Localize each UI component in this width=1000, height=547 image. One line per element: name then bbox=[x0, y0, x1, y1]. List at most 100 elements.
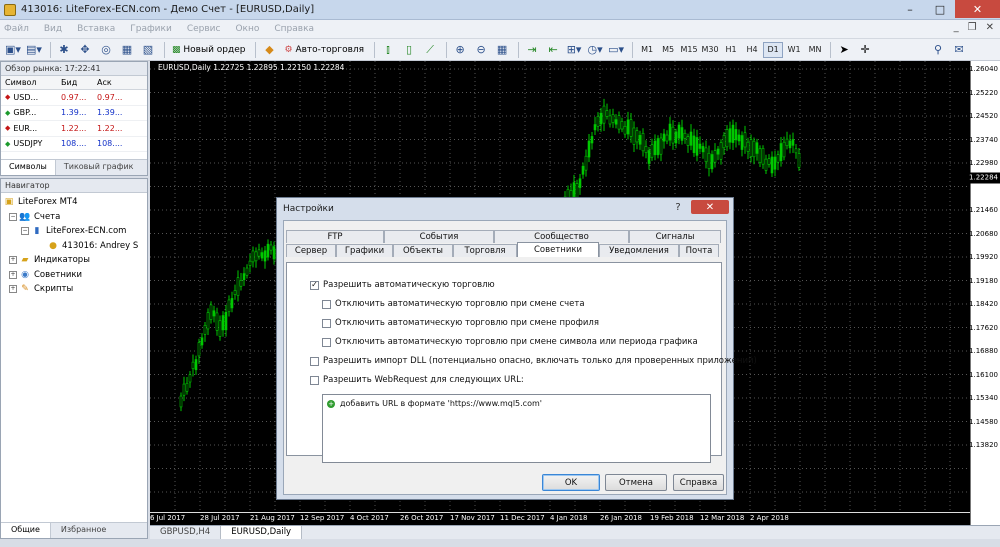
tf-w1[interactable]: W1 bbox=[784, 42, 804, 58]
tab-eurusd-daily[interactable]: EURUSD,Daily bbox=[221, 526, 303, 539]
meta-editor-icon[interactable]: ◆ bbox=[260, 41, 278, 59]
collapse-icon[interactable]: − bbox=[9, 212, 17, 221]
menu-file[interactable]: Файл bbox=[4, 24, 29, 34]
time-scale[interactable]: 6 Jul 2017 28 Jul 2017 21 Aug 2017 12 Sep 2… bbox=[150, 512, 970, 525]
chart-shift-icon[interactable]: ⇤ bbox=[544, 41, 562, 59]
data-window-icon[interactable]: ✥ bbox=[76, 41, 94, 59]
tab-trade[interactable]: Торговля bbox=[453, 244, 517, 257]
col-ask[interactable]: Аск bbox=[93, 76, 129, 89]
new-order-button[interactable]: ▩ Новый ордер bbox=[169, 41, 248, 59]
tree-server[interactable]: − ▮ LiteForex-ECN.com bbox=[3, 224, 147, 239]
tab-gbpusd-h4[interactable]: GBPUSD,H4 bbox=[150, 526, 222, 539]
tree-experts[interactable]: + ◉ Советники bbox=[3, 268, 147, 283]
minimize-button[interactable]: – bbox=[895, 0, 925, 18]
cancel-button[interactable]: Отмена bbox=[605, 474, 667, 491]
tf-m30[interactable]: M30 bbox=[700, 42, 720, 58]
tree-accounts[interactable]: − 👥 Счета bbox=[3, 210, 147, 225]
tab-experts[interactable]: Советники bbox=[517, 242, 599, 257]
expand-icon[interactable]: + bbox=[9, 270, 17, 279]
opt-disable-on-profile-change[interactable]: Отключить автоматическую торговлю при см… bbox=[322, 318, 599, 328]
tree-scripts[interactable]: + ✎ Скрипты bbox=[3, 282, 147, 297]
zoom-out-icon[interactable]: ⊖ bbox=[472, 41, 490, 59]
table-row[interactable]: ◆ EUR... 1.22... 1.22... bbox=[1, 121, 147, 137]
opt-disable-on-symbol-change[interactable]: Отключить автоматическую торговлю при см… bbox=[322, 337, 698, 347]
checkbox-checked-icon[interactable]: ✓ bbox=[310, 280, 319, 290]
cursor-icon[interactable]: ➤ bbox=[835, 41, 853, 59]
search-icon[interactable]: ⚲ bbox=[929, 41, 947, 59]
checkbox-icon[interactable] bbox=[310, 375, 319, 385]
maximize-button[interactable]: □ bbox=[925, 0, 955, 18]
tab-favorites[interactable]: Избранное bbox=[51, 523, 116, 538]
menu-insert[interactable]: Вставка bbox=[77, 24, 115, 34]
table-row[interactable]: ◆ GBP... 1.39... 1.39... bbox=[1, 106, 147, 121]
opt-disable-on-account-change[interactable]: Отключить автоматическую торговлю при см… bbox=[322, 299, 585, 309]
line-chart-icon[interactable]: ⟋ bbox=[421, 41, 439, 59]
price-scale[interactable]: 1.26040 1.25220 1.24520 1.23740 1.22980 1.214… bbox=[969, 61, 1000, 525]
tf-m1[interactable]: M1 bbox=[637, 42, 657, 58]
zoom-in-icon[interactable]: ⊕ bbox=[451, 41, 469, 59]
tree-indicators[interactable]: + ▰ Индикаторы bbox=[3, 253, 147, 268]
ok-button[interactable]: OK bbox=[542, 474, 600, 491]
terminal-icon[interactable]: ▦ bbox=[118, 41, 136, 59]
menu-window[interactable]: Окно bbox=[235, 24, 259, 34]
opt-allow-dll-import[interactable]: Разрешить импорт DLL (потенциально опасн… bbox=[310, 356, 757, 366]
profiles-icon[interactable]: ▤▾ bbox=[25, 41, 43, 59]
templates-icon[interactable]: ▭▾ bbox=[607, 41, 625, 59]
dialog-help-button[interactable]: ? bbox=[667, 200, 689, 214]
collapse-icon[interactable]: − bbox=[21, 227, 29, 236]
tab-objects[interactable]: Объекты bbox=[393, 244, 453, 257]
tf-h1[interactable]: H1 bbox=[721, 42, 741, 58]
periods-icon[interactable]: ◷▾ bbox=[586, 41, 604, 59]
minimize-icon[interactable]: _ bbox=[954, 22, 959, 33]
tab-events[interactable]: События bbox=[384, 230, 494, 243]
close-icon[interactable]: ✕ bbox=[986, 22, 994, 33]
col-symbol[interactable]: Символ bbox=[1, 76, 57, 89]
bar-chart-icon[interactable]: ⫾ bbox=[379, 41, 397, 59]
auto-trading-button[interactable]: ⚙ Авто-торговля bbox=[281, 41, 367, 59]
tf-mn[interactable]: MN bbox=[805, 42, 825, 58]
menu-help[interactable]: Справка bbox=[274, 24, 314, 34]
navigator-icon[interactable]: ◎ bbox=[97, 41, 115, 59]
tile-windows-icon[interactable]: ▦ bbox=[493, 41, 511, 59]
close-button[interactable]: ✕ bbox=[955, 0, 1000, 18]
tab-tick-chart[interactable]: Тиковый график bbox=[56, 160, 142, 175]
chat-icon[interactable]: ✉ bbox=[950, 41, 968, 59]
autoscroll-icon[interactable]: ⇥ bbox=[523, 41, 541, 59]
tf-d1[interactable]: D1 bbox=[763, 41, 784, 58]
expand-icon[interactable]: + bbox=[9, 256, 17, 265]
help-button[interactable]: Справка bbox=[673, 474, 724, 491]
tab-server[interactable]: Сервер bbox=[286, 244, 336, 257]
menu-charts[interactable]: Графики bbox=[130, 24, 172, 34]
dialog-close-button[interactable]: ✕ bbox=[691, 200, 729, 214]
opt-allow-webrequest[interactable]: Разрешить WebRequest для следующих URL: bbox=[310, 375, 524, 385]
tf-m5[interactable]: M5 bbox=[658, 42, 678, 58]
menu-tools[interactable]: Сервис bbox=[187, 24, 221, 34]
crosshair-icon[interactable]: ✛ bbox=[856, 41, 874, 59]
tf-h4[interactable]: H4 bbox=[742, 42, 762, 58]
tf-m15[interactable]: M15 bbox=[679, 42, 699, 58]
tab-common[interactable]: Общие bbox=[1, 523, 51, 538]
expand-icon[interactable]: + bbox=[9, 285, 17, 294]
col-bid[interactable]: Бид bbox=[57, 76, 93, 89]
checkbox-icon[interactable] bbox=[310, 356, 319, 366]
tab-ftp[interactable]: FTP bbox=[286, 230, 384, 243]
checkbox-icon[interactable] bbox=[322, 299, 331, 309]
tester-icon[interactable]: ▧ bbox=[139, 41, 157, 59]
menu-view[interactable]: Вид bbox=[44, 24, 62, 34]
restore-icon[interactable]: ❐ bbox=[968, 22, 977, 33]
table-row[interactable]: ◆ USD... 0.97... 0.97... bbox=[1, 90, 147, 106]
tab-signals[interactable]: Сигналы bbox=[629, 230, 721, 243]
candlestick-icon[interactable]: ▯ bbox=[400, 41, 418, 59]
checkbox-icon[interactable] bbox=[322, 337, 331, 347]
tab-mail[interactable]: Почта bbox=[679, 244, 719, 257]
table-row[interactable]: ◆ USDJPY 108.... 108.... bbox=[1, 137, 147, 152]
new-chart-icon[interactable]: ▣▾ bbox=[4, 41, 22, 59]
add-url-item[interactable]: + добавить URL в формате 'https://www.mql… bbox=[327, 399, 542, 408]
url-list[interactable]: + добавить URL в формате 'https://www.mql… bbox=[322, 394, 711, 463]
market-watch-icon[interactable]: ✱ bbox=[55, 41, 73, 59]
tree-account[interactable]: ● 413016: Andrey S bbox=[3, 239, 147, 254]
tab-symbols[interactable]: Символы bbox=[1, 160, 56, 175]
opt-allow-auto-trading[interactable]: ✓ Разрешить автоматическую торговлю bbox=[310, 280, 495, 290]
indicators-icon[interactable]: ⊞▾ bbox=[565, 41, 583, 59]
checkbox-icon[interactable] bbox=[322, 318, 331, 328]
